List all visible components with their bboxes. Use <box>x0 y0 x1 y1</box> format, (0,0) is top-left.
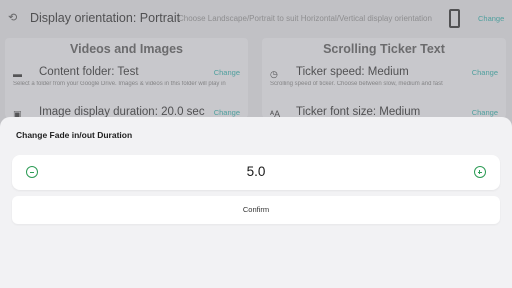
confirm-button[interactable]: Confirm <box>12 196 500 224</box>
duration-value: 5.0 <box>246 164 266 179</box>
dialog-title: Change Fade in/out Duration <box>16 130 133 140</box>
duration-stepper: 5.0 <box>12 155 500 190</box>
fade-duration-dialog: Change Fade in/out Duration 5.0 Confirm <box>0 117 512 288</box>
plus-circle-icon[interactable] <box>474 166 486 178</box>
